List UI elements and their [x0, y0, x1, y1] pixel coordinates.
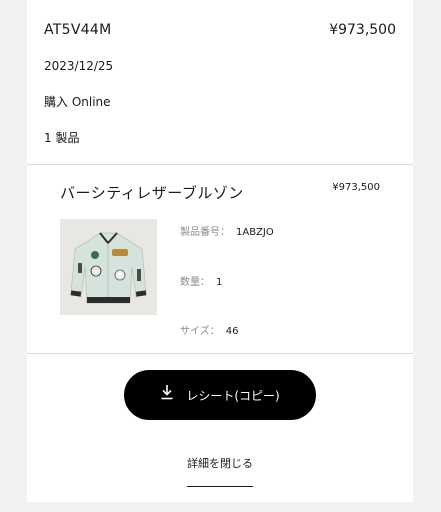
receipt-button-label: レシート(コピー)	[186, 388, 280, 403]
order-summary: AT5V44M ¥973,500 2023/12/25 購入 Online 1 …	[27, 0, 413, 164]
jacket-product-image	[60, 219, 157, 315]
divider	[27, 164, 413, 165]
download-icon	[160, 384, 174, 400]
order-details-card: AT5V44M ¥973,500 2023/12/25 購入 Online 1 …	[27, 0, 413, 502]
detail-value: 1	[216, 277, 223, 288]
receipt-copy-button[interactable]: レシート(コピー)	[124, 370, 316, 420]
detail-value: 46	[225, 326, 239, 337]
product-detail-quantity: 数量： 1	[180, 273, 222, 288]
detail-label: 製品番号：	[180, 227, 230, 238]
detail-label: 数量：	[180, 277, 210, 288]
order-id: AT5V44M	[44, 22, 112, 38]
order-date: 2023/12/25	[44, 59, 114, 73]
detail-value: 1ABZJO	[236, 227, 274, 238]
close-link-underline	[187, 486, 253, 487]
product-name: バーシティレザーブルゾン	[60, 184, 244, 202]
product-price: ¥973,500	[332, 182, 380, 193]
detail-label: サイズ：	[180, 326, 220, 337]
item-count: 1 製品	[44, 131, 80, 145]
product-detail-size: サイズ： 46	[180, 322, 238, 337]
close-details-link[interactable]: 詳細を閉じる	[187, 455, 253, 471]
purchase-channel: 購入 Online	[44, 95, 111, 109]
divider	[27, 353, 413, 354]
product-detail-sku: 製品番号： 1ABZJO	[180, 223, 274, 238]
order-total: ¥973,500	[329, 22, 396, 38]
